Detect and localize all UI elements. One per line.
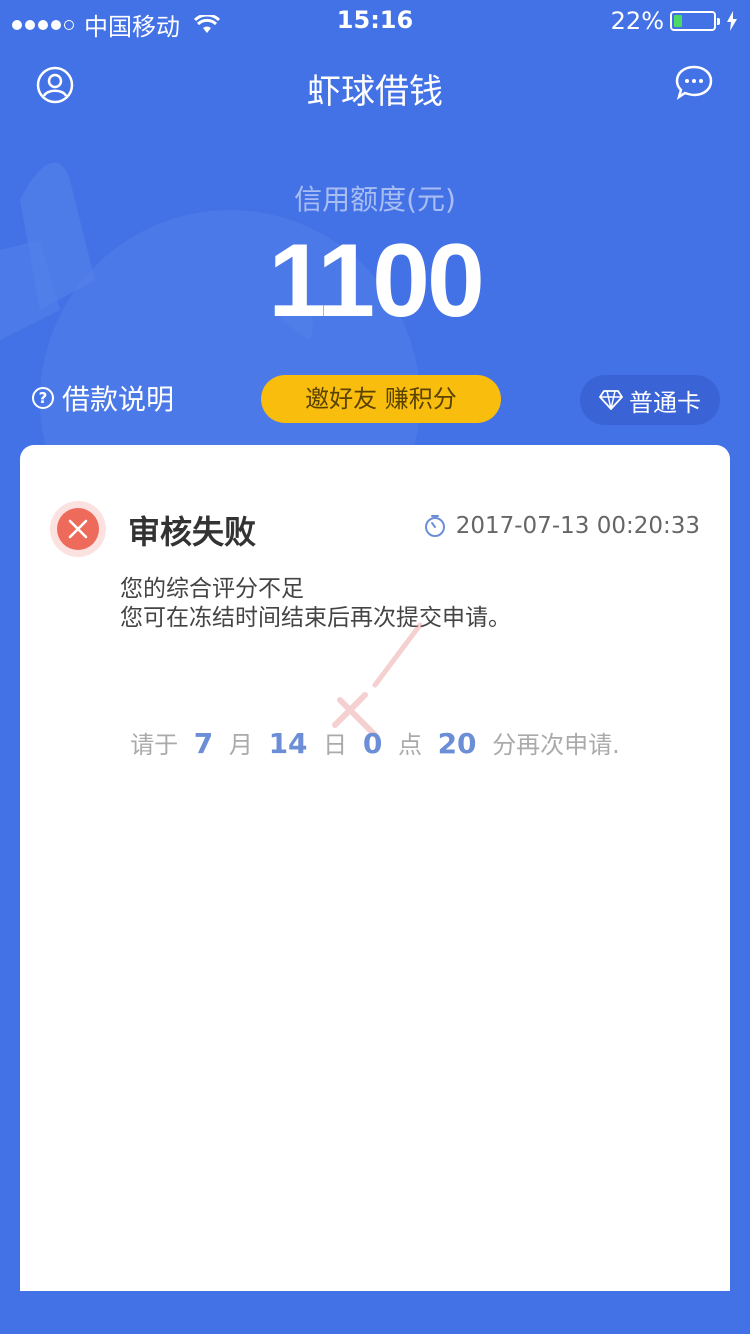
battery-icon — [670, 11, 720, 31]
retry-day: 14 — [268, 727, 308, 760]
invite-friends-button[interactable]: 邀好友 赚积分 — [261, 375, 501, 423]
watermark-logo — [332, 622, 423, 738]
card-level-label: 普通卡 — [629, 388, 701, 417]
retry-suffix: 分再次申请. — [492, 731, 620, 759]
review-message-line2: 您可在冻结时间结束后再次提交申请。 — [120, 605, 511, 631]
battery-fill — [674, 15, 683, 27]
diamond-icon — [599, 390, 623, 410]
page-title: 虾球借钱 — [307, 72, 443, 112]
review-timestamp: 2017-07-13 00:20:33 — [424, 513, 700, 539]
retry-hour: 0 — [362, 727, 383, 760]
timestamp-text: 2017-07-13 00:20:33 — [455, 513, 700, 539]
retry-time-notice: 请于 7 月 14 日 0 点 20 分再次申请. — [20, 725, 730, 760]
review-status-title: 审核失败 — [128, 513, 257, 551]
retry-prefix: 请于 — [130, 731, 179, 759]
retry-day-unit: 日 — [323, 731, 348, 759]
loan-info-label: 借款说明 — [62, 383, 175, 416]
card-level-button[interactable]: 普通卡 — [580, 375, 720, 425]
review-message-line1: 您的综合评分不足 — [120, 576, 304, 602]
review-message: 您的综合评分不足 您可在冻结时间结束后再次提交申请。 — [120, 575, 511, 633]
clock-icon — [424, 515, 445, 537]
loan-info-link[interactable]: ? 借款说明 — [32, 378, 174, 418]
battery-percent: 22% — [610, 7, 664, 35]
retry-minute: 20 — [437, 727, 477, 760]
credit-label: 信用额度(元) — [294, 183, 456, 216]
credit-amount: 1100 — [268, 223, 485, 339]
status-bar: 中国移动 15:16 22% — [0, 0, 750, 41]
review-result-panel: 审核失败 2017-07-13 00:20:33 您的综合评分不足 您可在冻结时… — [20, 445, 730, 1291]
retry-month: 7 — [193, 727, 214, 760]
question-icon: ? — [32, 387, 54, 409]
retry-hour-unit: 点 — [397, 731, 422, 759]
chat-icon[interactable] — [674, 64, 714, 102]
nav-bar: 虾球借钱 — [0, 50, 750, 120]
close-circle-icon — [57, 508, 99, 550]
retry-month-unit: 月 — [228, 731, 253, 759]
status-right: 22% — [611, 7, 738, 35]
charging-icon — [727, 11, 737, 31]
failure-icon-wrap — [50, 501, 106, 557]
